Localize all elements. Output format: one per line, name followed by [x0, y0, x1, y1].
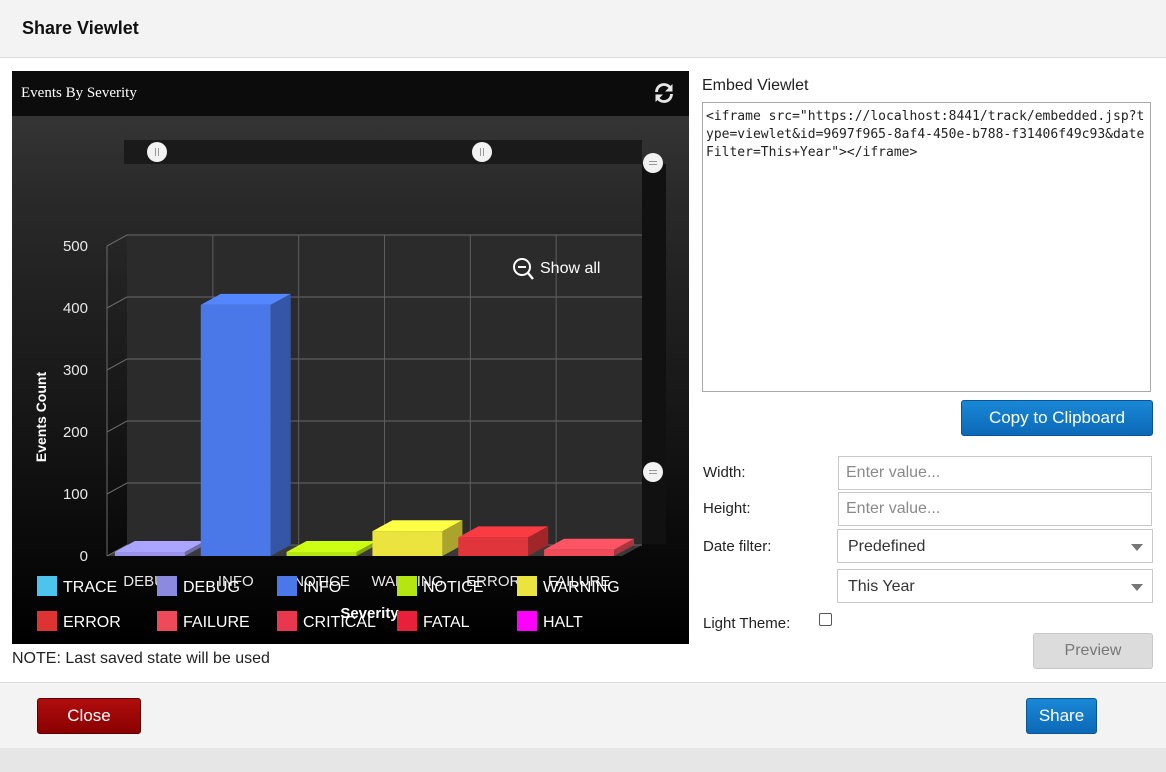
legend-label: FATAL [423, 614, 470, 631]
legend-label: INFO [303, 579, 341, 596]
horizontal-zoom-handle[interactable] [147, 142, 167, 162]
period-value: This Year [848, 578, 915, 595]
period-select[interactable]: This Year [837, 569, 1153, 603]
horizontal-zoom-track[interactable] [124, 140, 642, 164]
legend-label: NOTICE [423, 579, 483, 596]
show-all-button[interactable]: Show all [540, 260, 600, 277]
legend-item-debug[interactable]: DEBUG [157, 576, 240, 596]
y-tick-label: 300 [63, 362, 88, 379]
embed-code-textarea[interactable]: <iframe src="https://localhost:8441/trac… [702, 102, 1151, 392]
chevron-down-icon [1131, 544, 1143, 551]
horizontal-zoom-handle[interactable] [472, 142, 492, 162]
y-tick-label: 500 [63, 238, 88, 255]
legend-item-critical[interactable]: CRITICAL [277, 611, 376, 631]
height-label: Height: [703, 500, 751, 517]
y-tick-label: 0 [80, 548, 88, 565]
bar-chart: 0 100 200 300 400 500 DEBUG INFO NOTICE WARNING ER… [33, 140, 666, 631]
legend-item-failure[interactable]: FAILURE [157, 611, 250, 631]
y-axis-title: Events Count [33, 372, 49, 463]
dialog-footer [0, 682, 1166, 749]
bar-info[interactable] [200, 293, 291, 556]
legend-label: DEBUG [183, 579, 240, 596]
share-button[interactable]: Share [1026, 698, 1097, 734]
legend-item-warning[interactable]: WARNING [517, 576, 620, 596]
vertical-zoom-handle[interactable] [643, 153, 663, 173]
chart-title: Events By Severity [21, 85, 137, 101]
legend-label: CRITICAL [303, 614, 376, 631]
legend-item-notice[interactable]: NOTICE [397, 576, 483, 596]
width-input[interactable] [838, 456, 1152, 490]
bar-warning[interactable] [372, 520, 463, 556]
copy-to-clipboard-button[interactable]: Copy to Clipboard [961, 400, 1153, 436]
dialog-title: Share Viewlet [22, 18, 139, 38]
bar-error[interactable] [458, 526, 549, 556]
chart-grid [106, 234, 642, 557]
chart-titlebar: Events By Severity [12, 71, 689, 116]
light-theme-label: Light Theme: [703, 615, 791, 632]
legend-label: WARNING [543, 579, 620, 596]
embed-label: Embed Viewlet [702, 77, 809, 94]
height-input[interactable] [838, 492, 1152, 526]
y-tick-label: 100 [63, 486, 88, 503]
legend-item-error[interactable]: ERROR [37, 611, 121, 631]
legend-item-halt[interactable]: HALT [517, 611, 583, 631]
preview-button[interactable]: Preview [1033, 633, 1153, 669]
chevron-down-icon [1131, 584, 1143, 591]
y-tick-label: 200 [63, 424, 88, 441]
legend-label: HALT [543, 614, 583, 631]
light-theme-checkbox[interactable] [819, 613, 832, 626]
date-filter-select[interactable]: Predefined [837, 529, 1153, 563]
legend-label: TRACE [63, 579, 117, 596]
refresh-icon[interactable] [653, 82, 675, 104]
close-button[interactable]: Close [37, 698, 141, 734]
dialog-header: Share Viewlet [0, 0, 1166, 58]
legend-label: FAILURE [183, 614, 250, 631]
vertical-zoom-track[interactable] [642, 164, 666, 544]
chart-panel: Events By Severity 0 100 200 300 400 500 DEBUG… [12, 71, 689, 644]
legend-item-info[interactable]: INFO [277, 576, 341, 596]
date-filter-label: Date filter: [703, 538, 772, 555]
bottom-strip [0, 748, 1166, 772]
legend-item-trace[interactable]: TRACE [37, 576, 117, 596]
legend-label: ERROR [63, 614, 121, 631]
date-filter-value: Predefined [848, 538, 926, 555]
legend-item-fatal[interactable]: FATAL [397, 611, 470, 631]
note-text: NOTE: Last saved state will be used [12, 650, 270, 667]
vertical-zoom-handle[interactable] [643, 462, 663, 482]
y-tick-label: 400 [63, 300, 88, 317]
width-label: Width: [703, 464, 746, 481]
